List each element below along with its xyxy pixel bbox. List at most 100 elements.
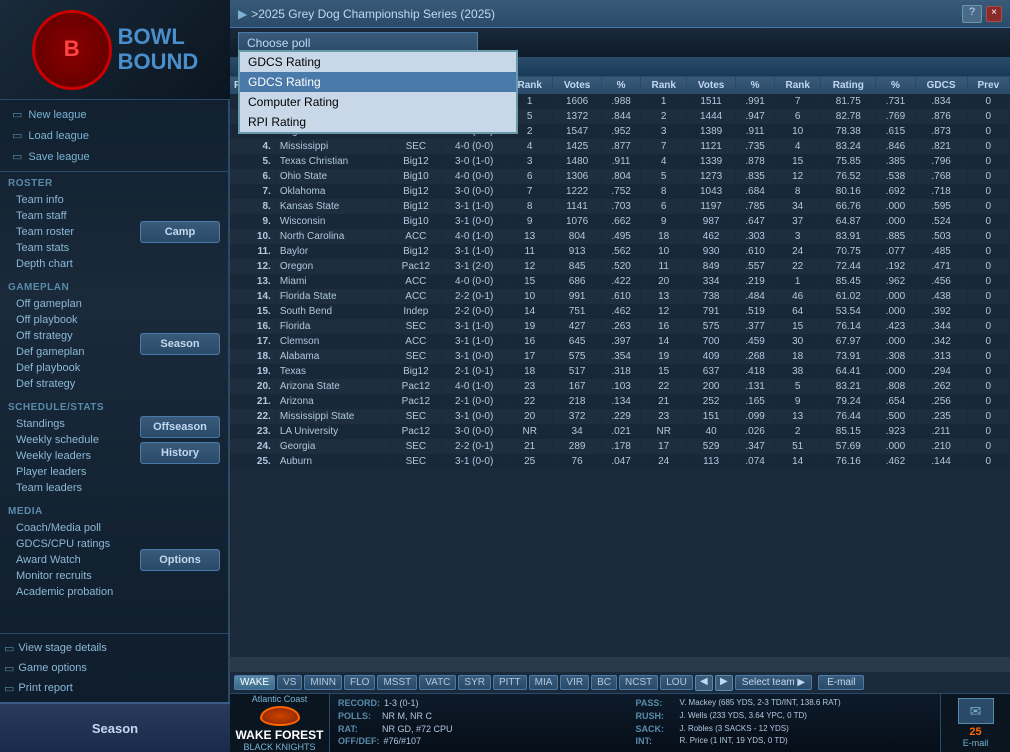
email-icon[interactable]: ✉ [958,698,994,724]
cell-votes1: 1222 [553,184,602,199]
close-button[interactable]: × [986,6,1002,22]
poll-option-computer[interactable]: Computer Rating [240,92,516,112]
history-button[interactable]: History [140,442,220,464]
table-row[interactable]: 6. Ohio State Big10 4-0 (0-0) 6 1306 .80… [230,169,1010,184]
def-gameplan-item[interactable]: Def gameplan [0,344,136,360]
table-row[interactable]: 9. Wisconsin Big10 3-1 (0-0) 9 1076 .662… [230,214,1010,229]
off-strategy-item[interactable]: Off strategy [0,328,136,344]
prev-team-arrow[interactable]: ◀ [695,675,713,691]
table-row[interactable]: 23. LA University Pac12 3-0 (0-0) NR 34 … [230,424,1010,439]
team-tab-wake[interactable]: WAKE [234,675,275,690]
options-button[interactable]: Options [140,549,220,571]
table-row[interactable]: 10. North Carolina ACC 4-0 (1-0) 13 804 … [230,229,1010,244]
cell-rating: 76.14 [821,319,876,334]
team-staff-item[interactable]: Team staff [0,208,136,224]
academic-probation-item[interactable]: Academic probation [0,584,136,600]
standings-item[interactable]: Standings [0,416,136,432]
off-gameplan-item[interactable]: Off gameplan [0,296,136,312]
poll-option-gdcs-selected[interactable]: GDCS Rating [240,72,516,92]
team-info-item[interactable]: Team info [0,192,136,208]
email-tab-button[interactable]: E-mail [818,675,864,690]
print-report-item[interactable]: Print report [18,680,72,696]
table-row[interactable]: 12. Oregon Pac12 3-1 (2-0) 12 845 .520 1… [230,259,1010,274]
team-tab-vatc[interactable]: VATC [419,675,456,690]
table-row[interactable]: 24. Georgia SEC 2-2 (0-1) 21 289 .178 17… [230,439,1010,454]
table-row[interactable]: 17. Clemson ACC 3-1 (1-0) 16 645 .397 14… [230,334,1010,349]
save-league-btn[interactable]: ▭ Save league [0,146,228,167]
team-tab-ncst[interactable]: NCST [619,675,658,690]
cell-rating: 73.91 [821,349,876,364]
select-team-button[interactable]: Select team ▶ [735,675,812,690]
cell-team: North Carolina [275,229,390,244]
table-row[interactable]: 8. Kansas State Big12 3-1 (1-0) 8 1141 .… [230,199,1010,214]
view-stage-details-item[interactable]: View stage details [18,640,106,656]
cell-votes2: 334 [687,274,736,289]
cell-votes2: 1339 [687,154,736,169]
team-leaders-item[interactable]: Team leaders [0,480,136,496]
team-tab-lou[interactable]: LOU [660,675,693,690]
def-playbook-item[interactable]: Def playbook [0,360,136,376]
team-tab-mia[interactable]: MIA [529,675,559,690]
team-tab-vir[interactable]: VIR [560,675,589,690]
cell-pct2: .165 [736,394,775,409]
table-row[interactable]: 11. Baylor Big12 3-1 (1-0) 11 913 .562 1… [230,244,1010,259]
gdcs-cpu-ratings-item[interactable]: GDCS/CPU ratings [0,536,136,552]
team-tab-pitt[interactable]: PITT [493,675,527,690]
offseason-button[interactable]: Offseason [140,416,220,438]
team-tab-vs[interactable]: VS [277,675,302,690]
help-button[interactable]: ? [962,5,982,23]
table-row[interactable]: 20. Arizona State Pac12 4-0 (1-0) 23 167… [230,379,1010,394]
cell-gdcs: .210 [915,439,967,454]
player-leaders-item[interactable]: Player leaders [0,464,136,480]
cell-pct2: .377 [736,319,775,334]
poll-option-gdcs-1[interactable]: GDCS Rating [240,52,516,72]
cell-rank: 5. [230,154,275,169]
weekly-schedule-item[interactable]: Weekly schedule [0,432,136,448]
table-row[interactable]: 25. Auburn SEC 3-1 (0-0) 25 76 .047 24 1… [230,454,1010,469]
cell-pct2: .785 [736,199,775,214]
team-roster-item[interactable]: Team roster [0,224,136,240]
table-row[interactable]: 21. Arizona Pac12 2-1 (0-0) 22 218 .134 … [230,394,1010,409]
coach-media-poll-item[interactable]: Coach/Media poll [0,520,136,536]
poll-option-rpi[interactable]: RPI Rating [240,112,516,132]
load-league-btn[interactable]: ▭ Load league [0,125,228,146]
cell-conf: Big10 [390,169,441,184]
next-team-arrow[interactable]: ▶ [715,675,733,691]
table-row[interactable]: 5. Texas Christian Big12 3-0 (1-0) 3 148… [230,154,1010,169]
table-row[interactable]: 13. Miami ACC 4-0 (0-0) 15 686 .422 20 3… [230,274,1010,289]
cell-team: Texas Christian [275,154,390,169]
table-row[interactable]: 19. Texas Big12 2-1 (0-1) 18 517 .318 15… [230,364,1010,379]
weekly-leaders-item[interactable]: Weekly leaders [0,448,136,464]
table-row[interactable]: 4. Mississippi SEC 4-0 (0-0) 4 1425 .877… [230,139,1010,154]
team-stats-item[interactable]: Team stats [0,240,136,256]
table-row[interactable]: 16. Florida SEC 3-1 (1-0) 19 427 .263 16… [230,319,1010,334]
team-tab-syr[interactable]: SYR [458,675,491,690]
game-options-item[interactable]: Game options [18,660,86,676]
team-tab-msst[interactable]: MSST [377,675,417,690]
cell-team: Texas [275,364,390,379]
season-bottom-button[interactable]: Season [0,702,230,752]
monitor-recruits-item[interactable]: Monitor recruits [0,568,136,584]
poll-table-container[interactable]: Rank Team Conf Record Rank Votes % Rank … [230,77,1010,657]
poll-options-dropdown[interactable]: GDCS Rating GDCS Rating Computer Rating … [238,50,518,134]
table-row[interactable]: 22. Mississippi State SEC 3-1 (0-0) 20 3… [230,409,1010,424]
cell-rank1: 23 [507,379,553,394]
team-tab-minn[interactable]: MINN [304,675,342,690]
off-playbook-item[interactable]: Off playbook [0,312,136,328]
award-watch-item[interactable]: Award Watch [0,552,136,568]
cell-rank1: 13 [507,229,553,244]
new-league-btn[interactable]: ▭ New league [0,104,228,125]
table-row[interactable]: 15. South Bend Indep 2-2 (0-0) 14 751 .4… [230,304,1010,319]
table-row[interactable]: 18. Alabama SEC 3-1 (0-0) 17 575 .354 19… [230,349,1010,364]
team-tab-flo[interactable]: FLO [344,675,375,690]
table-row[interactable]: 7. Oklahoma Big12 3-0 (0-0) 7 1222 .752 … [230,184,1010,199]
cell-prev: 0 [967,94,1009,109]
season-button[interactable]: Season [140,333,220,355]
depth-chart-item[interactable]: Depth chart [0,256,136,272]
rush-value: J. Wells (233 YDS, 3.64 YPC, 0 TD) [680,711,807,723]
table-row[interactable]: 14. Florida State ACC 2-2 (0-1) 10 991 .… [230,289,1010,304]
team-tab-bc[interactable]: BC [591,675,617,690]
camp-button[interactable]: Camp [140,221,220,243]
def-strategy-item[interactable]: Def strategy [0,376,136,392]
table-body: 1. Southern Cal Pac12 3-0 (0-0) 1 1606 .… [230,94,1010,469]
